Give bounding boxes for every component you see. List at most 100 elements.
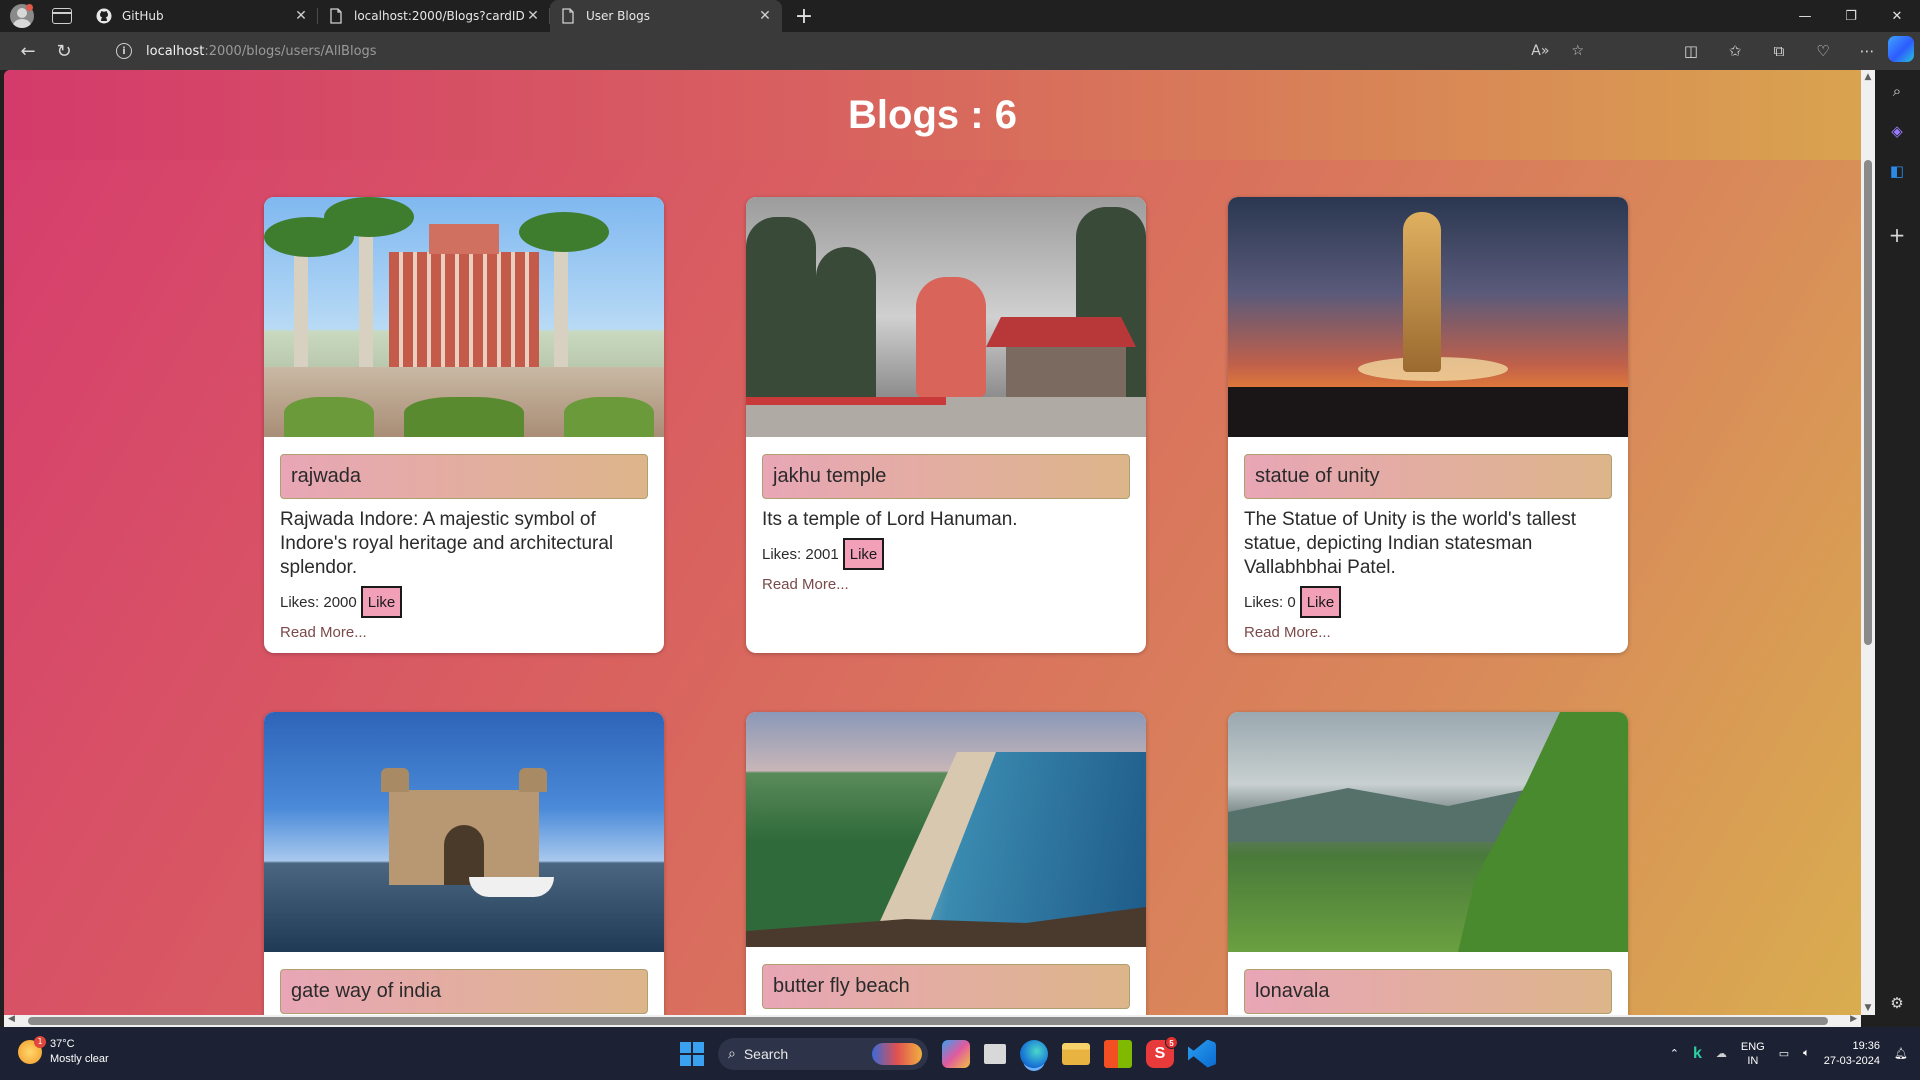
like-button[interactable]: Like [1299,586,1342,618]
blog-description: Rajwada Indore: A majestic symbol of Ind… [280,509,614,578]
rajwada-palace-image [264,197,664,437]
statue-of-unity-image [1228,197,1628,437]
jakhu-temple-image [746,197,1146,437]
back-button[interactable]: ← [10,35,46,67]
edge-browser-icon[interactable] [1020,1039,1048,1068]
language-indicator[interactable]: ENG IN [1741,1040,1765,1068]
likes-label: Likes: [1244,593,1284,611]
favorites-icon[interactable]: ✩ [1722,42,1748,60]
likes-label: Likes: [280,593,320,611]
weather-desc: Mostly clear [50,1053,109,1065]
copilot-icon[interactable] [1888,36,1914,62]
taskbar-search[interactable]: ⌕ Search [718,1037,928,1070]
vertical-scrollbar[interactable]: ▲ ▼ [1861,70,1875,1015]
read-aloud-icon[interactable]: A» [1531,43,1549,59]
file-explorer-icon[interactable] [1062,1042,1090,1065]
minimize-icon[interactable]: — [1782,0,1828,32]
start-menu-icon[interactable] [680,1041,704,1066]
windows-taskbar: 1 37°C Mostly clear ⌕ Search S5 ⌃ k ☁ EN… [0,1027,1920,1080]
browser-essentials-icon[interactable]: ♡ [1810,42,1836,60]
copilot-sidebar-icon[interactable]: ◈ [1886,120,1908,142]
scroll-left-icon[interactable]: ◀ [8,1014,15,1024]
new-tab-button[interactable]: + [788,0,820,32]
show-hidden-icons-icon[interactable]: ⌃ [1670,1047,1679,1060]
more-options-icon[interactable]: ⋯ [1854,42,1880,60]
browser-toolbar: ← ↻ i localhost:2000/blogs/users/AllBlog… [0,32,1920,70]
notifications-bell-icon[interactable]: 🔔︎ [1894,1047,1908,1060]
site-info-icon[interactable]: i [116,43,132,59]
collections-icon[interactable]: ⧉ [1766,42,1792,60]
lang-primary: ENG [1740,1040,1765,1053]
copilot-app-icon[interactable] [942,1039,970,1068]
lang-region: IN [1747,1054,1759,1067]
card-body: lonavala [1228,952,1628,1015]
card-body: gate way of india [264,952,664,1015]
system-clock[interactable]: 19:36 27-03-2024 [1824,1039,1880,1069]
vertical-scroll-thumb[interactable] [1864,160,1872,645]
url-path: :2000/blogs/users/AllBlogs [204,43,377,59]
weather-temp: 37°C [50,1038,75,1050]
blog-title: rajwada [280,454,648,499]
close-tab-icon[interactable]: ✕ [758,8,772,24]
onedrive-icon[interactable]: ☁ [1716,1047,1727,1060]
weather-widget[interactable]: 1 37°C Mostly clear [18,1036,109,1067]
page-header: Blogs : 6 [4,70,1861,160]
tab-user-blogs[interactable]: User Blogs ✕ [550,0,782,32]
task-view-icon[interactable] [984,1043,1006,1064]
split-screen-icon[interactable]: ◫ [1678,42,1704,60]
volume-icon[interactable]: 🔈︎ [1803,1047,1810,1060]
close-tab-icon[interactable]: ✕ [526,8,540,24]
browser-tab-bar: GitHub ✕ localhost:2000/Blogs?cardID=66 … [0,0,1920,32]
add-sidebar-app-icon[interactable]: + [1886,223,1908,247]
sidebar-settings-icon[interactable]: ⚙ [1886,992,1908,1014]
k-app-icon[interactable]: k [1693,1045,1702,1063]
blog-title: butter fly beach [762,964,1130,1009]
blog-title: gate way of india [280,969,648,1014]
address-bar[interactable]: i localhost:2000/blogs/users/AllBlogs A»… [104,36,1594,66]
tab-github[interactable]: GitHub ✕ [86,0,318,32]
network-icon[interactable]: ▭ [1779,1047,1789,1060]
likes-label: Likes: [762,545,802,563]
read-more-link[interactable]: Read More... [762,576,1130,593]
likes-count: 2001 [805,545,839,563]
search-highlight-icon [872,1042,922,1065]
scroll-down-icon[interactable]: ▼ [1863,1003,1873,1013]
skype-icon[interactable]: S5 [1146,1035,1178,1068]
close-window-icon[interactable]: ✕ [1874,0,1920,32]
blog-card: rajwada Rajwada Indore: A majestic symbo… [264,197,664,653]
favorite-star-icon[interactable]: ☆ [1571,43,1584,59]
restore-icon[interactable]: ❐ [1828,0,1874,32]
taskbar-search-label: Search [743,1045,789,1062]
clock-time: 19:36 [1852,1039,1881,1052]
like-button[interactable]: Like [842,538,885,570]
scroll-up-icon[interactable]: ▲ [1863,72,1873,82]
like-button[interactable]: Like [360,586,403,618]
address-url[interactable]: localhost:2000/blogs/users/AllBlogs [146,44,377,59]
read-more-link[interactable]: Read More... [280,624,648,641]
page-title: Blogs : 6 [848,92,1017,137]
horizontal-scroll-thumb[interactable] [28,1017,1828,1025]
butterfly-beach-image [746,712,1146,947]
skype-badge: 5 [1165,1035,1178,1049]
card-body: butter fly beach [746,947,1146,1015]
blog-card: butter fly beach [746,712,1146,1015]
outlook-icon[interactable]: ◧ [1886,160,1908,182]
web-page: Blogs : 6 rajwada Rajwada Indore: A maje… [4,70,1861,1015]
vscode-icon[interactable] [1188,1039,1216,1068]
tab-title: GitHub [122,9,164,23]
microsoft-store-icon[interactable] [1104,1039,1132,1068]
close-tab-icon[interactable]: ✕ [294,8,308,24]
profile-notification-dot [26,4,33,11]
horizontal-scrollbar[interactable]: ◀ ▶ [4,1014,1861,1027]
search-icon[interactable]: ⌕ [1886,80,1908,102]
tab-actions-icon[interactable] [52,8,72,24]
clock-date: 27-03-2024 [1823,1054,1881,1067]
blog-card: gate way of india [264,712,664,1015]
likes-row: Likes: 2000 Like [280,586,648,618]
read-more-link[interactable]: Read More... [1244,624,1612,641]
scroll-right-icon[interactable]: ▶ [1850,1014,1857,1024]
blog-description: The Statue of Unity is the world's talle… [1244,509,1577,578]
tab-blog-card[interactable]: localhost:2000/Blogs?cardID=66 ✕ [318,0,550,32]
blog-title: jakhu temple [762,454,1130,499]
refresh-button[interactable]: ↻ [46,35,82,67]
